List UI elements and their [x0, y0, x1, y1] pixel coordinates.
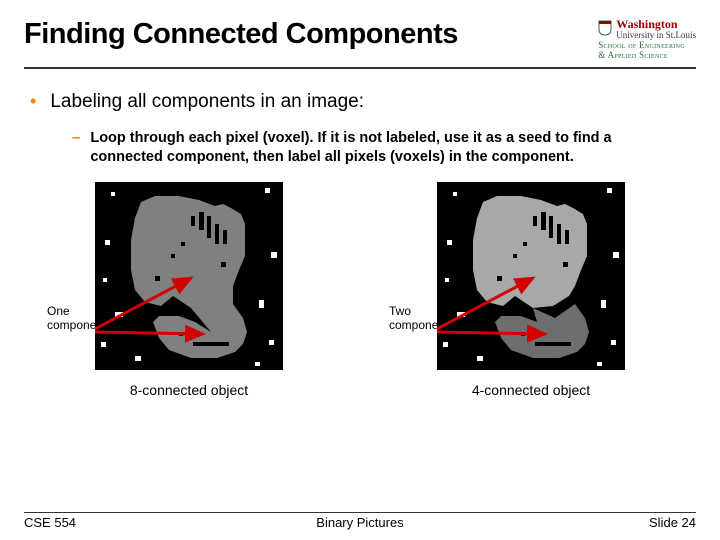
bullet1-text: Labeling all components in an image: — [50, 91, 364, 113]
logo-university-name: Washington — [616, 17, 677, 31]
bullet-level1: • Labeling all components in an image: — [30, 91, 696, 113]
figure-left: One component — [49, 182, 329, 398]
figure-right-image — [437, 182, 625, 370]
shield-icon — [598, 20, 612, 39]
logo-school-line2: & Applied Science — [598, 51, 668, 61]
figure-right-caption: 4-connected object — [472, 382, 590, 398]
figure-left-image — [95, 182, 283, 370]
footer-right: Slide 24 — [649, 515, 696, 530]
slide-footer: CSE 554 Binary Pictures Slide 24 — [24, 512, 696, 530]
slide-header: Finding Connected Components Washington … — [24, 18, 696, 69]
figure-left-caption: 8-connected object — [130, 382, 248, 398]
dash-icon: – — [72, 129, 80, 146]
bullet2-text: Loop through each pixel (voxel). If it i… — [90, 129, 682, 168]
logo-university-sub: University in St.Louis — [616, 30, 696, 40]
slide-title: Finding Connected Components — [24, 18, 458, 51]
figure-right: Two components — [391, 182, 671, 398]
footer-center: Binary Pictures — [316, 515, 403, 530]
footer-left: CSE 554 — [24, 515, 76, 530]
bullet-icon: • — [30, 92, 36, 110]
figure-row: One component — [24, 182, 696, 398]
bullet-level2: – Loop through each pixel (voxel). If it… — [72, 129, 682, 168]
university-logo: Washington University in St.Louis School… — [598, 18, 696, 61]
